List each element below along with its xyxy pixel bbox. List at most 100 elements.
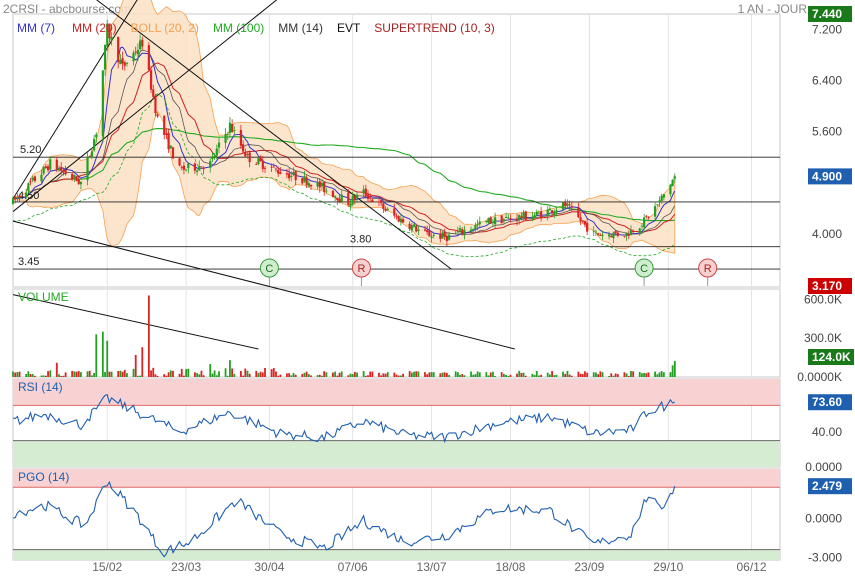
- volume-bar: [531, 373, 534, 377]
- volume-bar: [364, 375, 367, 377]
- candle-body: [163, 115, 166, 135]
- price-tick-label: 5.600: [812, 125, 842, 139]
- volume-bar: [397, 375, 400, 377]
- candle-body: [583, 220, 587, 225]
- candle-body: [125, 63, 129, 65]
- panel-border-v: [12, 288, 781, 378]
- volume-bar: [106, 340, 109, 377]
- price-candle: [92, 134, 96, 152]
- candle-body: [292, 172, 295, 176]
- volume-bar: [325, 372, 328, 377]
- volume-bar: [336, 375, 339, 377]
- candle-body: [494, 217, 497, 225]
- volume-bar: [378, 372, 380, 377]
- volume-bar: [108, 371, 111, 377]
- volume-bar: [562, 371, 564, 377]
- candle-body: [656, 204, 659, 206]
- price-candle: [500, 214, 503, 224]
- volume-bar: [428, 372, 431, 377]
- candle-body: [301, 178, 304, 184]
- x-tick-label: 29/10: [653, 560, 683, 574]
- candle-body: [625, 232, 628, 237]
- candle-body: [64, 169, 67, 175]
- volume-bar: [305, 371, 308, 377]
- volume-bar: [371, 371, 374, 377]
- candle-body: [336, 197, 339, 201]
- volume-bar: [167, 372, 170, 377]
- volume-bar: [150, 370, 152, 377]
- volume-bar: [546, 372, 549, 377]
- candle-body: [25, 192, 28, 197]
- volume-bar: [152, 367, 155, 377]
- candle-body: [147, 45, 150, 70]
- candle-body: [507, 217, 510, 219]
- volume-bar: [277, 375, 280, 377]
- candle-body: [570, 206, 573, 208]
- candle-body: [601, 234, 604, 236]
- current-price-badge: 4.900: [808, 168, 852, 185]
- candle-body: [187, 163, 190, 169]
- candle-body: [474, 224, 477, 230]
- volume-bar: [169, 370, 172, 377]
- candle-body: [77, 178, 80, 185]
- volume-bar: [566, 370, 569, 377]
- volume-bar: [393, 372, 396, 377]
- candle-body: [614, 231, 617, 234]
- candle-body: [500, 215, 503, 224]
- volume-bar: [154, 374, 157, 377]
- volume-bar: [101, 331, 104, 377]
- candle-body: [397, 216, 400, 222]
- rsi-tick-label: 40.00: [812, 425, 842, 439]
- price-candle: [671, 179, 674, 187]
- volume-bar: [595, 372, 597, 377]
- x-tick-label: 23/03: [171, 560, 201, 574]
- candle-body: [533, 215, 536, 219]
- candle-body: [443, 231, 446, 237]
- volume-bar: [439, 373, 442, 377]
- legend-item-4: MM (14): [278, 21, 323, 35]
- x-tick-label: 15/02: [92, 560, 122, 574]
- candle-body: [165, 133, 168, 136]
- volume-bar: [456, 372, 459, 377]
- volume-bar: [632, 371, 635, 377]
- candle-body: [540, 211, 543, 218]
- price-candle: [178, 157, 181, 167]
- volume-bar: [564, 373, 567, 377]
- volume-bar: [367, 375, 369, 377]
- candle-body: [46, 166, 50, 171]
- candle-body: [399, 218, 402, 223]
- volume-bar: [485, 372, 488, 377]
- candle-body: [597, 233, 600, 235]
- candle-body: [42, 166, 45, 174]
- volume-bar: [88, 370, 91, 377]
- volume-bar: [29, 374, 32, 377]
- volume-bar: [549, 374, 551, 377]
- pgo-tick-label: 0.0000: [805, 511, 842, 525]
- candle-body: [209, 160, 212, 168]
- volume-bar: [71, 370, 74, 377]
- legend-item-3: MM (100): [213, 21, 264, 35]
- pgo-badge-text: 2.479: [812, 479, 842, 493]
- candle-body: [193, 163, 196, 171]
- volume-bar: [16, 372, 19, 377]
- candle-body: [340, 194, 343, 202]
- candle-body: [428, 230, 431, 237]
- price-candle: [200, 166, 203, 168]
- legend-item-0: MM (7): [17, 21, 55, 35]
- candle-body: [86, 156, 89, 181]
- candle-body: [331, 190, 335, 198]
- volume-bar: [183, 375, 185, 377]
- candle-body: [377, 201, 381, 203]
- volume-bar: [643, 372, 646, 377]
- candle-body: [202, 167, 205, 170]
- volume-bar: [362, 371, 365, 377]
- volume-bar: [489, 372, 492, 377]
- volume-bar: [259, 371, 262, 377]
- volume-bar: [229, 360, 231, 377]
- candle-body: [228, 122, 232, 133]
- volume-bar: [654, 371, 656, 377]
- volume-bar: [623, 372, 626, 377]
- volume-bar: [579, 373, 582, 377]
- candle-body: [469, 229, 473, 232]
- candle-body: [231, 124, 234, 132]
